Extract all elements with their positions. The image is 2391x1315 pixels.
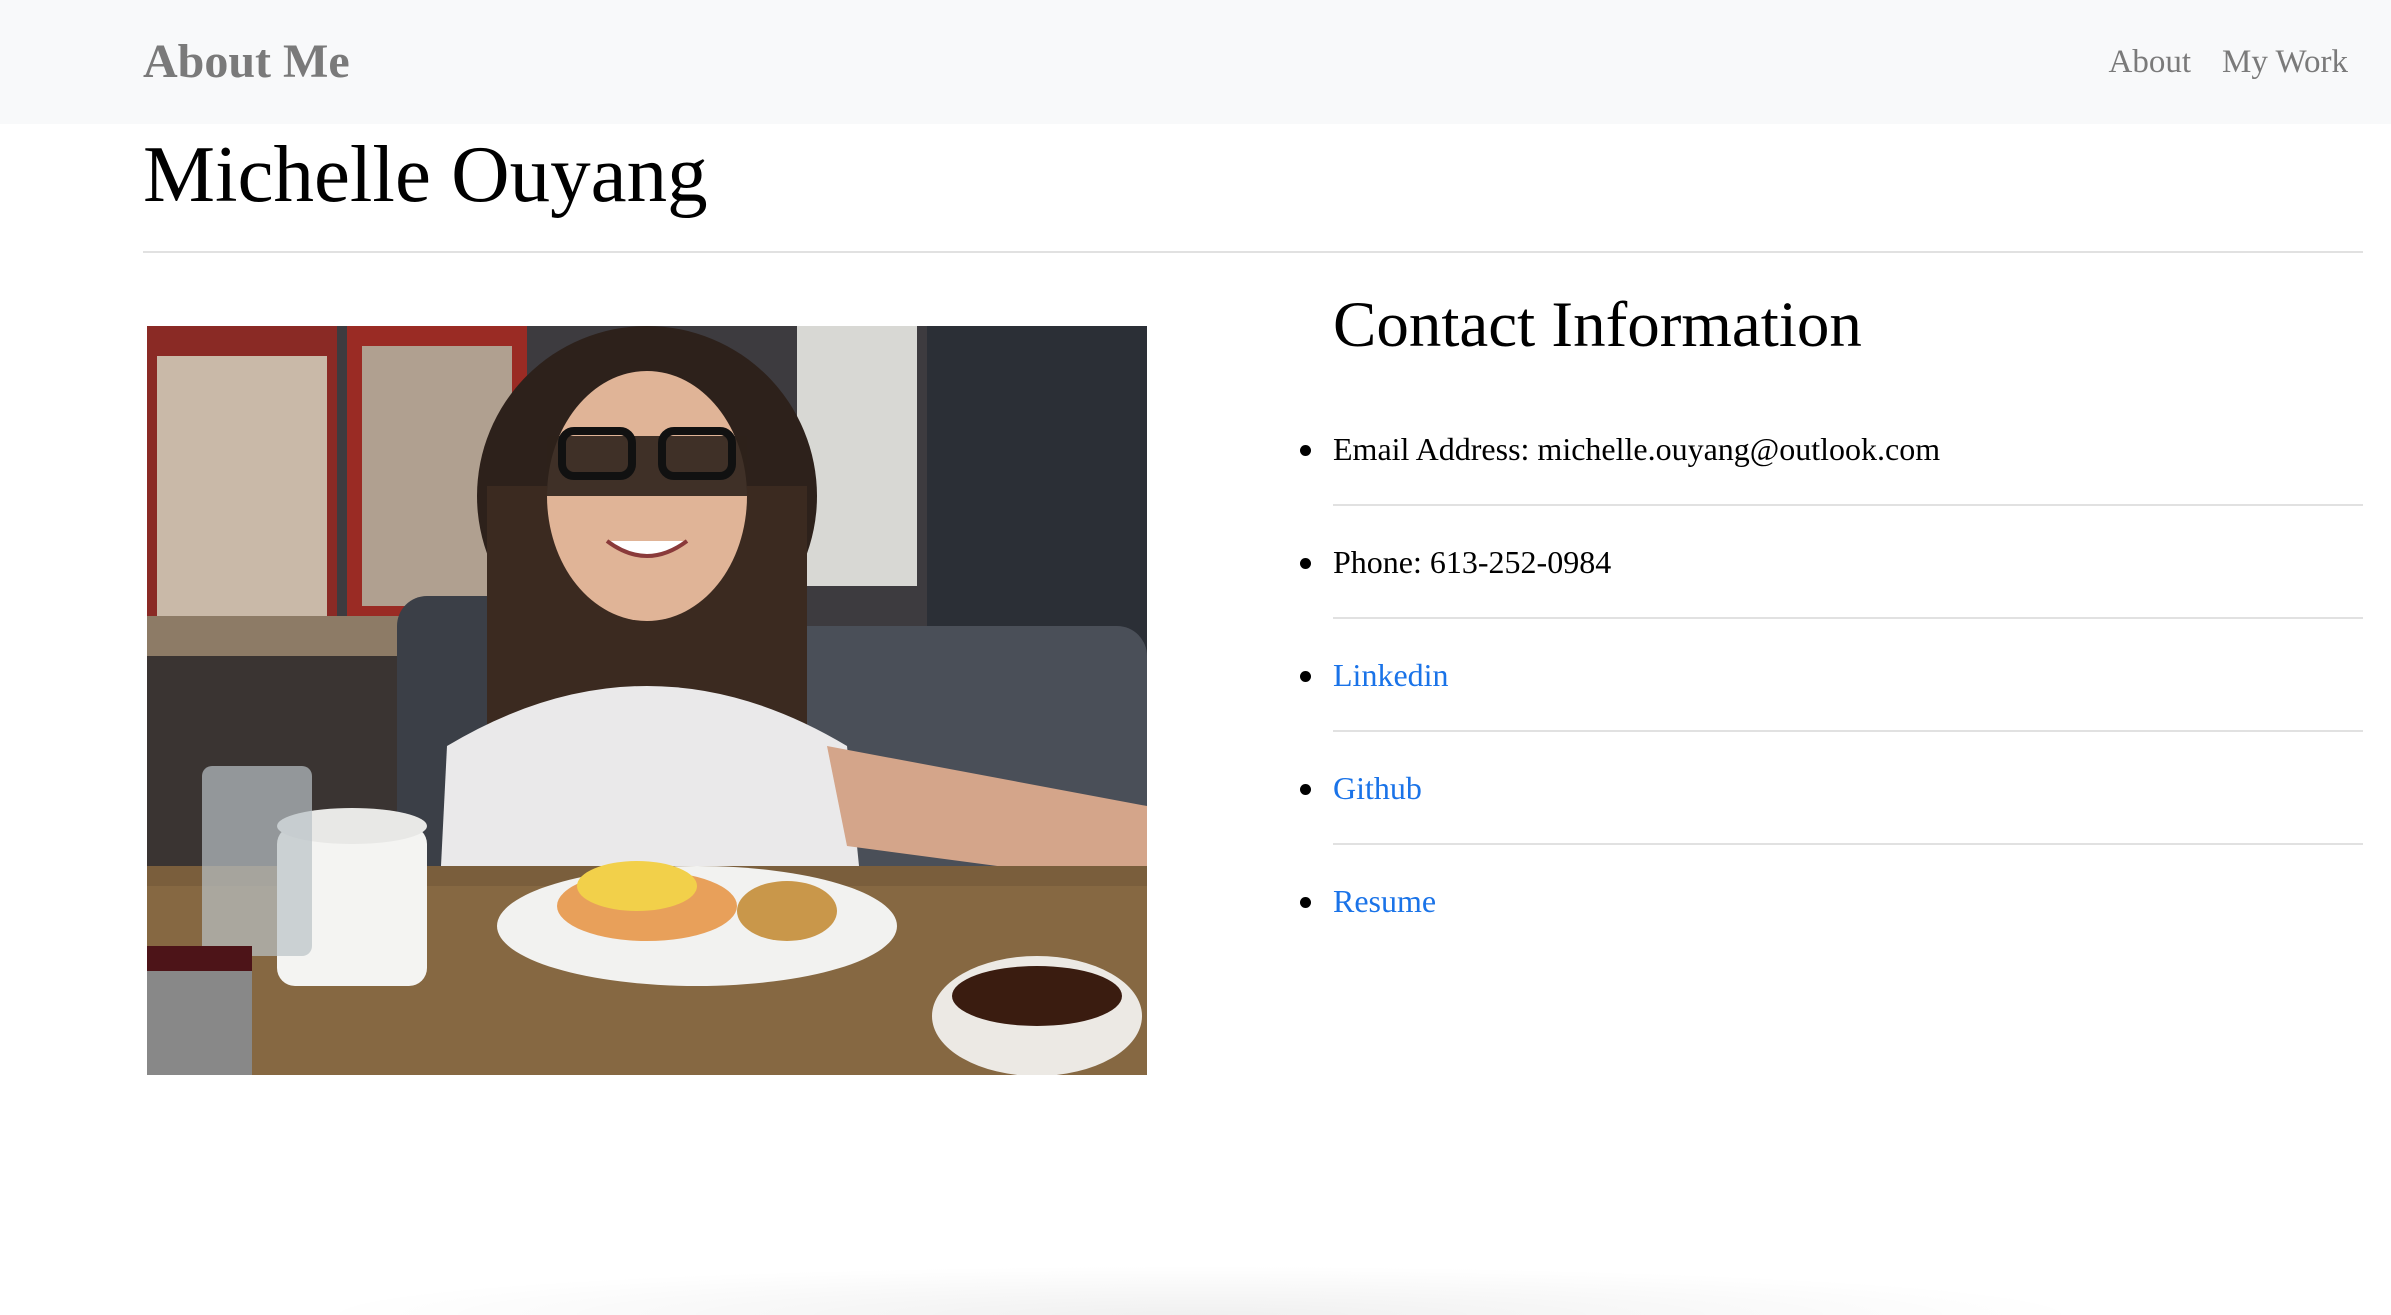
email-text: Email Address: michelle.ouyang@outlook.c…	[1333, 431, 1941, 467]
contact-heading: Contact Information	[1333, 289, 1862, 361]
bullet-icon	[1300, 671, 1311, 682]
contact-item-phone: Phone: 613-252-0984	[1300, 506, 2363, 619]
title-divider	[143, 251, 2363, 253]
page-title: Michelle Ouyang	[143, 129, 708, 219]
nav-link-my-work[interactable]: My Work	[2222, 38, 2348, 86]
portrait-photo	[147, 326, 1147, 1075]
nav-link-about[interactable]: About	[2109, 38, 2192, 86]
navbar-brand[interactable]: About Me	[143, 32, 350, 92]
bullet-icon	[1300, 897, 1311, 908]
contact-item-email: Email Address: michelle.ouyang@outlook.c…	[1300, 393, 2363, 506]
nav-links: About My Work	[2109, 38, 2349, 86]
footer-shadow	[300, 1265, 2100, 1315]
contact-item-linkedin: Linkedin	[1300, 619, 2363, 732]
contact-item-github: Github	[1300, 732, 2363, 845]
linkedin-link[interactable]: Linkedin	[1333, 657, 1449, 693]
bullet-icon	[1300, 784, 1311, 795]
contact-list: Email Address: michelle.ouyang@outlook.c…	[1300, 393, 2363, 958]
contact-item-resume: Resume	[1300, 845, 2363, 958]
bullet-icon	[1300, 558, 1311, 569]
resume-link[interactable]: Resume	[1333, 883, 1436, 919]
github-link[interactable]: Github	[1333, 770, 1422, 806]
bullet-icon	[1300, 445, 1311, 456]
phone-text: Phone: 613-252-0984	[1333, 544, 1612, 580]
navbar: About Me About My Work	[0, 0, 2391, 124]
